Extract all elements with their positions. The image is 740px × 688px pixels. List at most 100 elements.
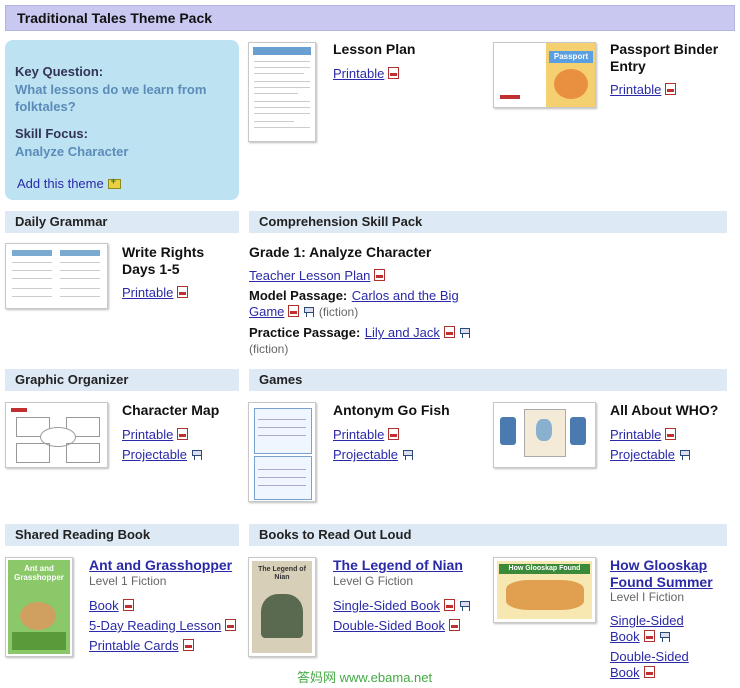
section-comprehension: Comprehension Skill Pack — [249, 211, 727, 233]
character-map-projectable-link[interactable]: Projectable — [122, 447, 187, 462]
glooskap-cover[interactable]: How Glooskap Found Summer — [493, 557, 596, 623]
antonym-printable-row: Printable — [333, 426, 400, 444]
projector-icon[interactable] — [459, 601, 470, 611]
lesson-plan-thumbnail[interactable] — [248, 42, 316, 142]
character-map-printable-row: Printable — [122, 426, 189, 444]
antonym-printable-link[interactable]: Printable — [333, 427, 384, 442]
daily-grammar-printable-link[interactable]: Printable — [122, 285, 173, 300]
key-question-label: Key Question: — [15, 64, 104, 79]
lesson-plan-printable-link[interactable]: Printable — [333, 66, 384, 81]
daily-grammar-thumbnail[interactable] — [5, 243, 108, 309]
nian-title-row: The Legend of Nian — [333, 557, 463, 575]
character-map-projectable-row: Projectable — [122, 446, 203, 464]
section-daily-grammar-label: Daily Grammar — [15, 214, 108, 229]
pdf-icon[interactable] — [388, 67, 400, 79]
character-map-title: Character Map — [122, 402, 220, 418]
glooskap-double-row: Double-Sided Book — [610, 649, 705, 681]
ant-grasshopper-title-link[interactable]: Ant and Grasshopper — [89, 557, 232, 573]
pdf-icon[interactable] — [388, 428, 400, 440]
teacher-lesson-link[interactable]: Teacher Lesson Plan — [249, 268, 370, 283]
antonym-go-fish-title: Antonym Go Fish — [333, 402, 450, 418]
projector-icon[interactable] — [659, 632, 670, 642]
ant-printable-cards-link[interactable]: Printable Cards — [89, 638, 179, 653]
skill-focus-label: Skill Focus: — [15, 126, 88, 141]
ant-cover-text: Ant and Grasshopper — [14, 564, 64, 582]
nian-single-link[interactable]: Single-Sided Book — [333, 598, 440, 613]
add-folder-icon — [107, 176, 121, 189]
section-comprehension-label: Comprehension Skill Pack — [259, 214, 423, 229]
pdf-icon[interactable] — [225, 619, 237, 631]
pdf-icon[interactable] — [122, 599, 134, 611]
page-title-bar: Traditional Tales Theme Pack — [5, 5, 735, 31]
character-map-printable-link[interactable]: Printable — [122, 427, 173, 442]
ant-printable-cards-row: Printable Cards — [89, 637, 194, 655]
section-shared-reading-label: Shared Reading Book — [15, 527, 151, 542]
nian-level: Level G Fiction — [333, 574, 414, 588]
ant-grasshopper-level: Level 1 Fiction — [89, 574, 167, 588]
nian-title-link[interactable]: The Legend of Nian — [333, 557, 463, 573]
character-map-thumbnail[interactable] — [5, 402, 108, 468]
passport-title: Passport Binder Entry — [610, 41, 719, 74]
passport-thumbnail[interactable]: Passport — [493, 42, 596, 108]
all-about-who-printable-row: Printable — [610, 426, 677, 444]
teacher-lesson-row: Teacher Lesson Plan — [249, 267, 386, 285]
comprehension-heading: Grade 1: Analyze Character — [249, 244, 432, 260]
antonym-projectable-link[interactable]: Projectable — [333, 447, 398, 462]
ant-book-link[interactable]: Book — [89, 598, 119, 613]
glooskap-title-link[interactable]: How Glooskap Found Summer — [610, 557, 713, 590]
pdf-icon[interactable] — [177, 428, 189, 440]
projector-icon[interactable] — [459, 328, 470, 338]
pdf-icon[interactable] — [443, 599, 455, 611]
pdf-icon[interactable] — [288, 305, 300, 317]
pdf-icon[interactable] — [443, 326, 455, 338]
all-about-who-printable-link[interactable]: Printable — [610, 427, 661, 442]
glooskap-single-row: Single-Sided Book — [610, 613, 705, 645]
projector-icon[interactable] — [192, 450, 203, 460]
watermark-text: 答妈网 www.ebama.net — [297, 670, 433, 685]
ant-book-row: Book — [89, 597, 134, 615]
projector-icon[interactable] — [403, 450, 414, 460]
section-graphic-organizer-label: Graphic Organizer — [15, 372, 129, 387]
glooskap-level: Level I Fiction — [610, 590, 685, 604]
model-passage-genre: (fiction) — [318, 305, 359, 319]
legend-of-nian-cover[interactable]: The Legend of Nian — [248, 557, 316, 657]
section-read-aloud: Books to Read Out Loud — [249, 524, 727, 546]
section-games: Games — [249, 369, 727, 391]
all-about-who-title: All About WHO? — [610, 402, 719, 418]
pdf-icon[interactable] — [374, 269, 386, 281]
pdf-icon[interactable] — [449, 619, 461, 631]
section-graphic-organizer: Graphic Organizer — [5, 369, 239, 391]
practice-passage-link[interactable]: Lily and Jack — [365, 325, 440, 340]
pdf-icon[interactable] — [665, 83, 677, 95]
practice-passage-row: Practice Passage: Lily and Jack — [249, 325, 489, 341]
ant-reading-lesson-link[interactable]: 5-Day Reading Lesson — [89, 618, 221, 633]
key-question-text: What lessons do we learn from folktales? — [15, 82, 207, 114]
antonym-go-fish-thumbnail[interactable] — [248, 402, 316, 502]
practice-passage-genre: (fiction) — [249, 342, 289, 356]
section-shared-reading: Shared Reading Book — [5, 524, 239, 546]
pdf-icon[interactable] — [643, 630, 655, 642]
passport-printable-row: Printable — [610, 81, 677, 99]
pdf-icon[interactable] — [665, 428, 677, 440]
projector-icon[interactable] — [304, 307, 315, 317]
ant-grasshopper-cover[interactable]: Ant and Grasshopper — [5, 557, 73, 657]
section-games-label: Games — [259, 372, 303, 387]
all-about-who-projectable-link[interactable]: Projectable — [610, 447, 675, 462]
practice-passage-label: Practice Passage: — [249, 325, 361, 340]
pdf-icon[interactable] — [182, 639, 194, 651]
pdf-icon[interactable] — [177, 286, 189, 298]
skill-focus-text: Analyze Character — [15, 144, 129, 159]
antonym-projectable-row: Projectable — [333, 446, 414, 464]
section-daily-grammar: Daily Grammar — [5, 211, 239, 233]
key-question-box: Key Question: What lessons do we learn f… — [5, 40, 239, 200]
all-about-who-thumbnail[interactable] — [493, 402, 596, 468]
ant-reading-lesson-row: 5-Day Reading Lesson — [89, 617, 237, 635]
model-passage-row: Model Passage: Carlos and the Big Game (… — [249, 288, 479, 320]
pdf-icon[interactable] — [643, 666, 655, 678]
glooskap-title-row: How Glooskap Found Summer — [610, 557, 735, 591]
nian-double-link[interactable]: Double-Sided Book — [333, 618, 445, 633]
passport-printable-link[interactable]: Printable — [610, 82, 661, 97]
add-theme-link[interactable]: Add this theme — [17, 175, 121, 193]
projector-icon[interactable] — [680, 450, 691, 460]
model-passage-label: Model Passage: — [249, 288, 348, 303]
